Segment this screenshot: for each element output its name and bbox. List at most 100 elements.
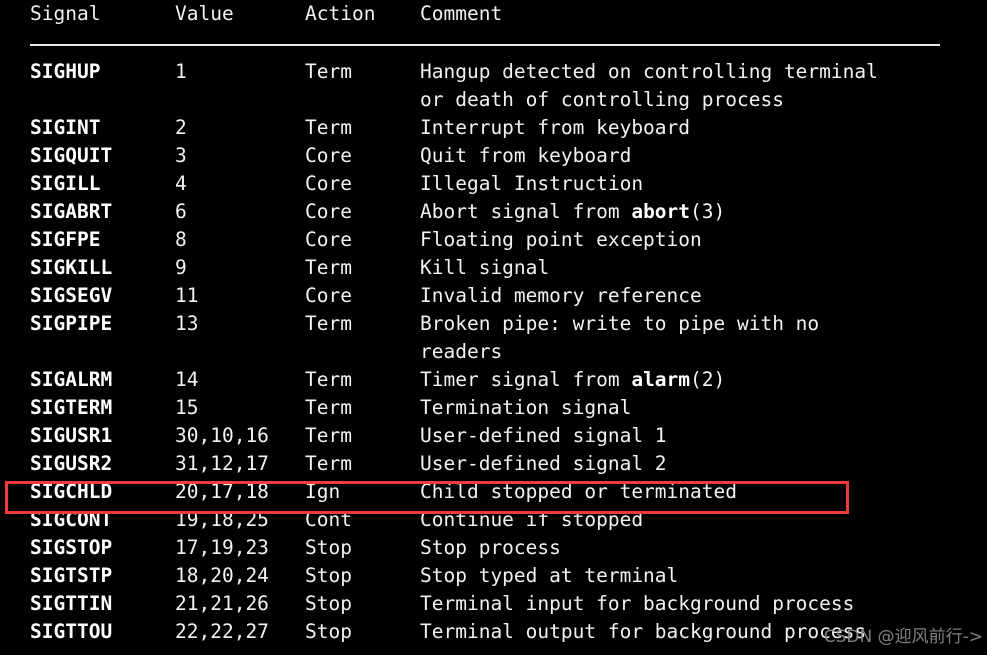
cell-comment: Child stopped or terminated — [420, 480, 737, 503]
cell-comment: Timer signal from alarm(2) — [420, 368, 726, 391]
table-row: SIGCHLD 20,17,18 Ign Child stopped or termi… — [0, 478, 987, 506]
cell-signal-value: 1 — [175, 60, 187, 83]
cell-default-action: Term — [305, 256, 352, 279]
cell-comment-continued: readers — [420, 340, 503, 363]
cell-signal-name: SIGINT — [30, 116, 101, 139]
signal-table: Signal Value Action Comment SIGHUP 1 Term H… — [0, 0, 987, 643]
cell-default-action: Cont — [305, 508, 352, 531]
signal-table-screenshot: Signal Value Action Comment SIGHUP 1 Term H… — [0, 0, 987, 655]
column-header-action: Action — [305, 2, 376, 25]
table-row: SIGSEGV 11 Core Invalid memory reference — [0, 282, 987, 310]
cell-signal-value: 3 — [175, 144, 187, 167]
cell-comment-continued: or death of controlling process — [420, 88, 784, 111]
cell-comment: Broken pipe: write to pipe with no — [420, 312, 820, 335]
cell-signal-value: 18,20,24 — [175, 564, 269, 587]
cell-signal-name: SIGPIPE — [30, 312, 113, 335]
cell-signal-value: 31,12,17 — [175, 452, 269, 475]
cell-comment: Stop typed at terminal — [420, 564, 679, 587]
cell-comment: Interrupt from keyboard — [420, 116, 691, 139]
cell-comment: Abort signal from abort(3) — [420, 200, 726, 223]
comment-function-name: alarm — [631, 368, 691, 391]
cell-comment: User-defined signal 2 — [420, 452, 667, 475]
cell-signal-name: SIGILL — [30, 172, 101, 195]
cell-signal-value: 15 — [175, 396, 199, 419]
table-row: SIGUSR2 31,12,17 Term User-defined signal 2 — [0, 450, 987, 478]
cell-signal-value: 2 — [175, 116, 187, 139]
cell-comment: Stop process — [420, 536, 561, 559]
header-divider-rule — [30, 44, 940, 46]
table-row: SIGKILL 9 Term Kill signal — [0, 254, 987, 282]
column-header-comment: Comment — [420, 2, 503, 25]
cell-signal-name: SIGHUP — [30, 60, 101, 83]
cell-default-action: Core — [305, 284, 352, 307]
table-row: SIGTTIN 21,21,26 Stop Terminal input for ba… — [0, 590, 987, 618]
table-row: SIGQUIT 3 Core Quit from keyboard — [0, 142, 987, 170]
cell-comment: Termination signal — [420, 396, 632, 419]
cell-signal-name: SIGALRM — [30, 368, 113, 391]
cell-signal-name: SIGTTIN — [30, 592, 113, 615]
cell-default-action: Term — [305, 116, 352, 139]
cell-default-action: Core — [305, 172, 352, 195]
cell-signal-name: SIGUSR2 — [30, 452, 113, 475]
cell-comment: User-defined signal 1 — [420, 424, 667, 447]
table-row: SIGALRM 14 Term Timer signal from alarm(2) — [0, 366, 987, 394]
table-row: SIGFPE 8 Core Floating point exception — [0, 226, 987, 254]
cell-signal-name: SIGCONT — [30, 508, 113, 531]
cell-signal-value: 13 — [175, 312, 199, 335]
cell-signal-value: 9 — [175, 256, 187, 279]
table-header-row: Signal Value Action Comment — [0, 0, 987, 44]
cell-signal-name: SIGSEGV — [30, 284, 113, 307]
table-row: SIGTSTP 18,20,24 Stop Stop typed at termina… — [0, 562, 987, 590]
cell-default-action: Term — [305, 424, 352, 447]
cell-default-action: Term — [305, 368, 352, 391]
table-body: SIGHUP 1 Term Hangup detected on controllin… — [0, 58, 987, 646]
table-row: SIGHUP 1 Term Hangup detected on controllin… — [0, 58, 987, 86]
cell-signal-value: 22,22,27 — [175, 620, 269, 643]
table-row: SIGPIPE 13 Term Broken pipe: write to pipe … — [0, 310, 987, 338]
cell-signal-name: SIGCHLD — [30, 480, 113, 503]
cell-signal-value: 8 — [175, 228, 187, 251]
cell-comment: Hangup detected on controlling terminal — [420, 60, 878, 83]
cell-default-action: Stop — [305, 564, 352, 587]
table-row-continuation: readers — [0, 338, 987, 366]
cell-comment: Invalid memory reference — [420, 284, 702, 307]
cell-default-action: Stop — [305, 592, 352, 615]
cell-signal-name: SIGTSTP — [30, 564, 113, 587]
cell-default-action: Term — [305, 396, 352, 419]
table-row: SIGILL 4 Core Illegal Instruction — [0, 170, 987, 198]
cell-comment: Terminal input for background process — [420, 592, 855, 615]
table-row: SIGUSR1 30,10,16 Term User-defined signal 1 — [0, 422, 987, 450]
cell-signal-value: 6 — [175, 200, 187, 223]
cell-signal-value: 17,19,23 — [175, 536, 269, 559]
cell-default-action: Term — [305, 452, 352, 475]
cell-signal-name: SIGTERM — [30, 396, 113, 419]
cell-signal-value: 20,17,18 — [175, 480, 269, 503]
cell-default-action: Core — [305, 228, 352, 251]
cell-signal-name: SIGUSR1 — [30, 424, 113, 447]
cell-default-action: Core — [305, 200, 352, 223]
column-header-signal: Signal — [30, 2, 101, 25]
cell-signal-value: 30,10,16 — [175, 424, 269, 447]
table-row-continuation: or death of controlling process — [0, 86, 987, 114]
table-row: SIGABRT 6 Core Abort signal from abort(3) — [0, 198, 987, 226]
cell-signal-value: 19,18,25 — [175, 508, 269, 531]
cell-default-action: Ign — [305, 480, 341, 503]
comment-function-name: abort — [631, 200, 691, 223]
table-row: SIGINT 2 Term Interrupt from keyboard — [0, 114, 987, 142]
cell-signal-name: SIGTTOU — [30, 620, 113, 643]
table-row: SIGCONT 19,18,25 Cont Continue if stopped — [0, 506, 987, 534]
cell-default-action: Term — [305, 312, 352, 335]
table-row: SIGTERM 15 Term Termination signal — [0, 394, 987, 422]
cell-default-action: Stop — [305, 536, 352, 559]
cell-comment: Kill signal — [420, 256, 550, 279]
cell-signal-name: SIGFPE — [30, 228, 101, 251]
cell-comment: Quit from keyboard — [420, 144, 632, 167]
watermark-text: CSDN @迎风前行-> — [823, 627, 983, 647]
cell-comment: Floating point exception — [420, 228, 702, 251]
cell-signal-value: 21,21,26 — [175, 592, 269, 615]
cell-comment: Illegal Instruction — [420, 172, 644, 195]
cell-signal-name: SIGSTOP — [30, 536, 113, 559]
cell-signal-value: 14 — [175, 368, 199, 391]
cell-default-action: Stop — [305, 620, 352, 643]
column-header-value: Value — [175, 2, 234, 25]
